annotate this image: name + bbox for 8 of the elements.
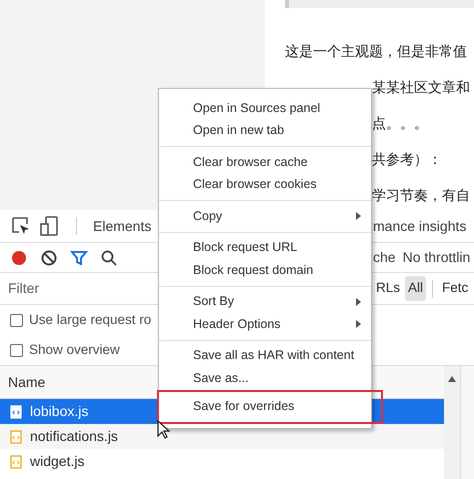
article-text: 共参考）： (372, 150, 442, 168)
article-text: 点。。。 (372, 114, 428, 132)
checkbox-label: Use large request ro (29, 310, 152, 329)
article-text: 这是一个主观题，但是非常值 (285, 42, 467, 60)
article-text: 某某社区文章和 (372, 78, 470, 96)
article-text: 学习节奏，有自 (372, 186, 470, 204)
toolbar-text: che (373, 248, 396, 267)
checkbox-label: Show overview (29, 340, 120, 359)
